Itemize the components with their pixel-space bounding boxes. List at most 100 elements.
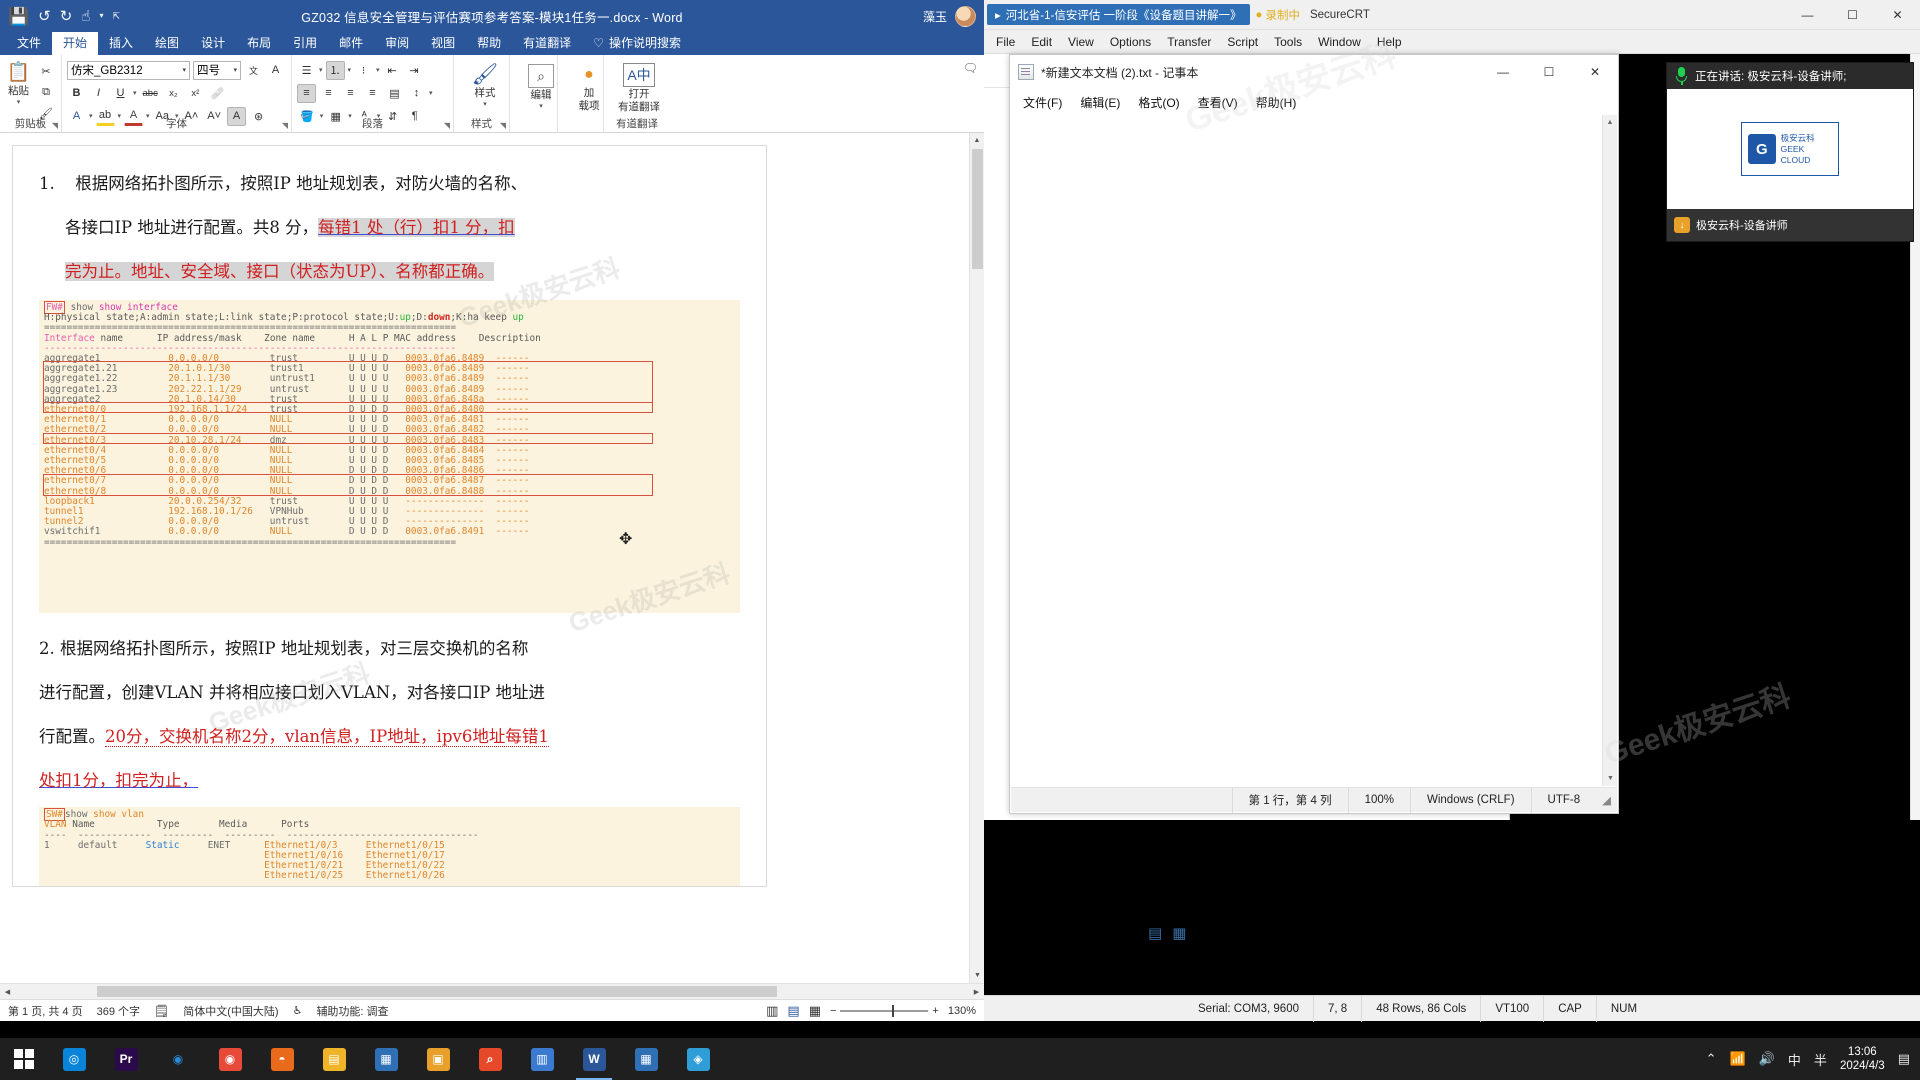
ime-icon-half[interactable]: 半	[1814, 1050, 1827, 1069]
hscroll-left-icon[interactable]: ◀	[0, 988, 15, 996]
notepad-close-button[interactable]: ✕	[1572, 55, 1618, 89]
securecrt-window-controls[interactable]: — ☐ ✕	[1785, 0, 1920, 30]
notepad-scroll-down-icon[interactable]: ▼	[1603, 771, 1618, 786]
taskbar-item-securecrt[interactable]: ▦	[360, 1038, 412, 1080]
tell-me-box[interactable]: ♡ 操作说明搜索	[582, 31, 692, 55]
enclose-characters-icon[interactable]: A	[266, 61, 285, 80]
notepad-menu-file[interactable]: 文件(F)	[1014, 91, 1071, 114]
taskbar-item-tool[interactable]: ▥	[516, 1038, 568, 1080]
chevron-down-icon[interactable]: ▾	[17, 98, 21, 106]
notepad-titlebar[interactable]: *新建文本文档 (2).txt - 记事本 — ☐ ✕	[1010, 55, 1618, 89]
line-spacing-icon[interactable]: ↕	[407, 84, 426, 103]
paragraph-dialog-launcher[interactable]: ◥	[444, 121, 450, 130]
taskbar[interactable]: ◎ Pr ◉ ◉ ◓ ▤ ▦ ▣ ⌕ ▥ W ▦ ◈ ⌃ 📶 🔊 中 半 13:06 2024/4/3 …	[0, 1038, 1920, 1080]
session-manager-icon[interactable]: ▤	[1148, 924, 1162, 942]
avatar[interactable]	[955, 5, 976, 27]
notepad-menu-edit[interactable]: 编辑(E)	[1071, 91, 1129, 114]
notepad-resize-grip[interactable]: ◢	[1596, 788, 1617, 813]
taskbar-item-recorder[interactable]: ◉	[204, 1038, 256, 1080]
tab-file[interactable]: 文件	[6, 31, 52, 55]
paste-button[interactable]: 📋 粘贴 ▾	[5, 60, 32, 123]
notepad-menu-help[interactable]: 帮助(H)	[1247, 91, 1306, 114]
tab-view[interactable]: 视图	[420, 31, 466, 55]
tab-home[interactable]: 开始	[52, 31, 99, 55]
securecrt-menu-help[interactable]: Help	[1369, 32, 1410, 52]
italic-button[interactable]: I	[89, 84, 108, 103]
document-page[interactable]: 1. 根据网络拓扑图所示，按照IP 地址规划表，对防火墙的名称、 各接口IP 地…	[12, 145, 767, 887]
taskbar-item-explorer[interactable]: ▤	[308, 1038, 360, 1080]
tab-youdao[interactable]: 有道翻译	[512, 31, 582, 55]
taskbar-item-vmware[interactable]: ▣	[412, 1038, 464, 1080]
chevron-down-icon[interactable]: ▾	[539, 102, 543, 110]
word-titlebar[interactable]: 💾 ↺ ↻ ☝ ▾ ⇱ GZ032 信息安全管理与评估赛项参考答案-模块1任务一…	[0, 0, 984, 32]
scrollbar-thumb[interactable]	[972, 149, 983, 269]
web-layout-icon[interactable]: ▦	[809, 1003, 821, 1019]
notepad-minimize-button[interactable]: —	[1480, 55, 1526, 89]
taskbar-items[interactable]: ◎ Pr ◉ ◉ ◓ ▤ ▦ ▣ ⌕ ▥ W ▦ ◈	[48, 1038, 724, 1080]
securecrt-titlebar[interactable]: ▸ 河北省-1-信安评估 一阶段《设备题目讲解一》 ● 录制中 SecureCR…	[984, 0, 1920, 30]
clear-formatting-icon[interactable]: 🩹	[208, 84, 228, 103]
scroll-up-icon[interactable]: ▲	[970, 133, 984, 148]
zoom-slider[interactable]: − +	[830, 1004, 939, 1017]
notepad-text-area[interactable]	[1011, 115, 1602, 786]
styles-button[interactable]: 🖌 样式 ▾	[459, 62, 511, 109]
notepad-window-controls[interactable]: — ☐ ✕	[1480, 55, 1618, 89]
font-dialog-launcher[interactable]: ◥	[282, 121, 288, 130]
chevron-down-icon[interactable]: ▾	[483, 100, 487, 108]
zoom-track[interactable]	[840, 1004, 929, 1017]
securecrt-session-tab[interactable]: ▸ 河北省-1-信安评估 一阶段《设备题目讲解一》	[987, 4, 1250, 25]
collapse-ribbon-icon[interactable]: 🗨	[963, 61, 978, 75]
securecrt-bottom-icons[interactable]: ▤ ▦	[1148, 924, 1186, 942]
hscroll-thumb[interactable]	[97, 986, 777, 997]
chevron-down-icon[interactable]: ▾	[376, 66, 380, 74]
justify-icon[interactable]: ≡	[363, 84, 382, 103]
chevron-down-icon[interactable]: ▾	[348, 66, 352, 74]
decrease-indent-icon[interactable]: ⇤	[383, 61, 402, 80]
securecrt-menu-file[interactable]: File	[988, 32, 1023, 52]
taskbar-item-word[interactable]: W	[568, 1038, 620, 1080]
status-accessibility[interactable]: 辅助功能: 调查	[316, 1003, 388, 1019]
bullets-icon[interactable]: ☰	[297, 61, 316, 80]
document-area[interactable]: 1. 根据网络拓扑图所示，按照IP 地址规划表，对防火墙的名称、 各接口IP 地…	[0, 133, 984, 983]
status-page[interactable]: 第 1 页, 共 4 页	[8, 1003, 83, 1019]
securecrt-menu-options[interactable]: Options	[1102, 32, 1159, 52]
status-words[interactable]: 369 个字	[97, 1003, 140, 1019]
underline-button[interactable]: U	[111, 84, 130, 103]
network-icon[interactable]: 📶	[1730, 1051, 1746, 1067]
securecrt-menu-window[interactable]: Window	[1310, 32, 1369, 52]
securecrt-menu-view[interactable]: View	[1060, 32, 1102, 52]
open-youdao-button[interactable]: A中 打开 有道翻译	[609, 61, 669, 113]
tab-mailings[interactable]: 邮件	[328, 31, 374, 55]
zoom-level[interactable]: 130%	[948, 1005, 976, 1017]
cut-icon[interactable]: ✂	[36, 62, 56, 81]
notepad-vertical-scrollbar[interactable]: ▲ ▼	[1602, 115, 1617, 786]
taskbar-item-chrome[interactable]: ◉	[152, 1038, 204, 1080]
subscript-button[interactable]: x₂	[164, 84, 183, 103]
taskbar-item-securecrt2[interactable]: ▦	[620, 1038, 672, 1080]
print-layout-icon[interactable]: ▤	[787, 1003, 799, 1019]
taskbar-item-cortana[interactable]: ◎	[48, 1038, 100, 1080]
speaker-overlay[interactable]: 正在讲话: 极安云科-设备讲师; G 极安云科 GEEK CLOUD ↓ 极安云…	[1666, 62, 1914, 242]
chevron-down-icon[interactable]: ▾	[182, 66, 186, 74]
notepad-window[interactable]: *新建文本文档 (2).txt - 记事本 — ☐ ✕ 文件(F) 编辑(E) …	[1009, 54, 1619, 814]
hscroll-right-icon[interactable]: ▶	[969, 988, 984, 996]
tab-review[interactable]: 审阅	[374, 31, 420, 55]
tab-layout[interactable]: 布局	[236, 31, 282, 55]
chevron-down-icon[interactable]: ▾	[429, 89, 433, 97]
securecrt-menu-script[interactable]: Script	[1219, 32, 1266, 52]
scroll-down-icon[interactable]: ▼	[970, 968, 984, 983]
chevron-up-icon[interactable]: ⌃	[1706, 1051, 1717, 1067]
superscript-button[interactable]: x²	[186, 84, 205, 103]
document-vertical-scrollbar[interactable]: ▲ ▼	[969, 133, 984, 983]
tab-insert[interactable]: 插入	[98, 31, 144, 55]
ime-icon-zh[interactable]: 中	[1788, 1050, 1801, 1069]
distribute-icon[interactable]: ▤	[385, 84, 404, 103]
zoom-knob[interactable]	[892, 1004, 895, 1017]
notepad-menubar[interactable]: 文件(F) 编辑(E) 格式(O) 查看(V) 帮助(H)	[1010, 89, 1618, 115]
strikethrough-button[interactable]: abc	[140, 84, 161, 103]
start-button[interactable]	[0, 1038, 48, 1080]
align-center-icon[interactable]: ≡	[319, 84, 338, 103]
securecrt-menubar[interactable]: File Edit View Options Transfer Script T…	[984, 30, 1920, 54]
notepad-scroll-up-icon[interactable]: ▲	[1603, 115, 1617, 130]
taskbar-item-search[interactable]: ⌕	[464, 1038, 516, 1080]
